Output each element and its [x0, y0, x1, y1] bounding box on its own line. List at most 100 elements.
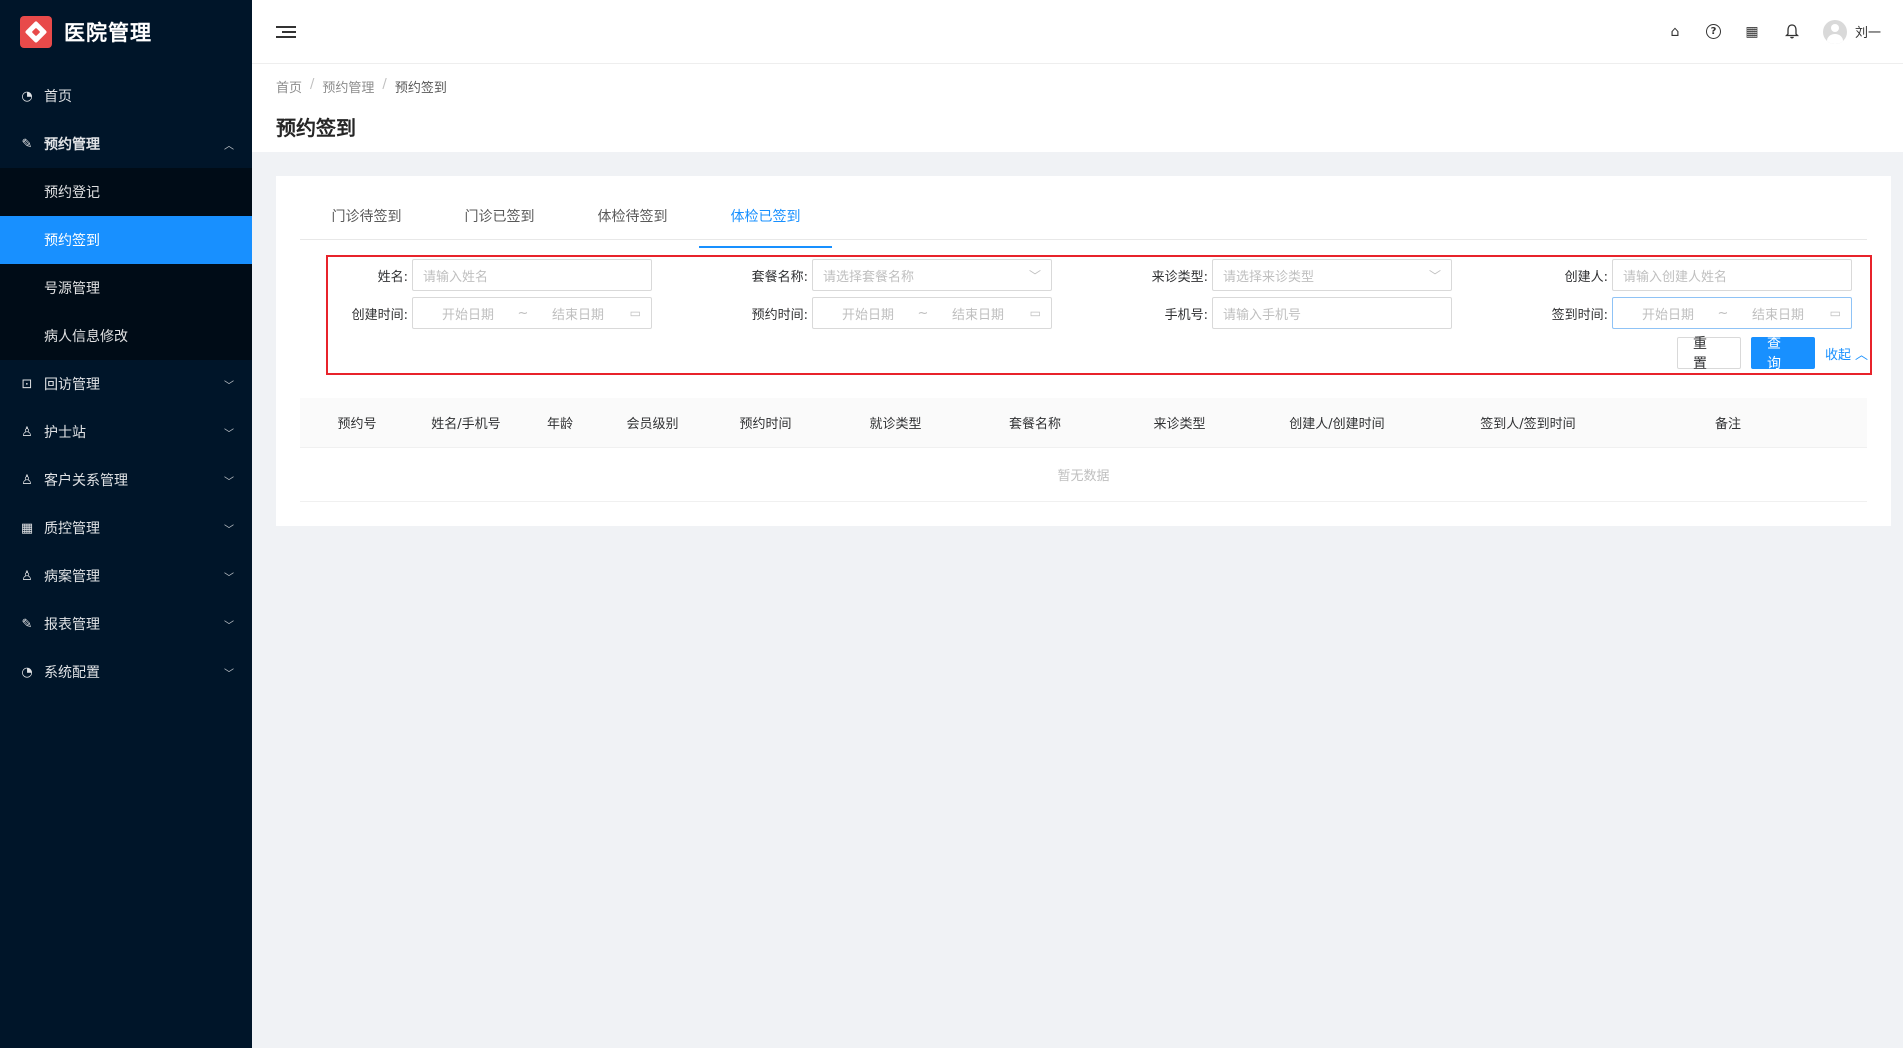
column-header: 套餐名称 [1008, 417, 1061, 432]
filter-row: 姓名: 请输入姓名 套餐名称: 请选择套餐名称 ﹀ 来诊类型: 请选择来诊类型 ﹀ … [328, 259, 1870, 291]
chevron-down-icon: ﹀ [224, 668, 234, 680]
table-icon: ▦ [20, 520, 34, 536]
breadcrumb-separator: / [382, 77, 387, 92]
help-icon[interactable]: ? [1705, 24, 1721, 39]
sidebar-item-system-config[interactable]: ◔ 系统配置 ﹀ [0, 648, 252, 696]
column-header: 预约时间 [739, 417, 792, 432]
filter-label: 姓名: [377, 269, 408, 285]
input-placeholder: 请输入手机号 [1223, 307, 1302, 323]
column-header: 就诊类型 [869, 417, 922, 432]
column-header: 姓名/手机号 [431, 417, 501, 432]
column-header: 来诊类型 [1153, 417, 1206, 432]
user-icon: ♙ [21, 472, 33, 488]
input-placeholder: 请输入姓名 [423, 269, 489, 285]
package-select[interactable]: 请选择套餐名称 ﹀ [812, 259, 1052, 291]
collapse-label: 收起 [1824, 347, 1851, 363]
create-time-range-picker[interactable]: 开始日期 ~ 结束日期 ▭ [412, 297, 652, 329]
range-separator: ~ [1717, 305, 1729, 321]
top-header: ⌂ ? ▦ 刘一 [252, 0, 1903, 64]
filter-actions: 重 置 查 询 收起 ︿ [1676, 336, 1868, 372]
dashboard-icon: ◔ [21, 664, 33, 680]
sidebar-item-appointment-checkin[interactable]: 预约签到 [0, 216, 252, 264]
hospital-logo-icon [20, 16, 52, 48]
filter-label: 创建人: [1564, 269, 1608, 285]
filter-phone: 手机号: 请输入手机号 [1128, 297, 1452, 329]
sidebar-item-label: 首页 [44, 89, 72, 105]
edit-icon: ✎ [21, 616, 33, 632]
range-end: 结束日期 [951, 307, 1004, 323]
sidebar-item-crm[interactable]: ♙ 客户关系管理 ﹀ [0, 456, 252, 504]
sidebar-item-reports[interactable]: ✎ 报表管理 ﹀ [0, 600, 252, 648]
home-icon[interactable]: ⌂ [1666, 23, 1684, 41]
select-placeholder: 请选择套餐名称 [823, 269, 915, 285]
select-placeholder: 请选择来诊类型 [1223, 269, 1315, 285]
chevron-down-icon: ﹀ [224, 380, 234, 392]
phone-input[interactable]: 请输入手机号 [1212, 297, 1452, 329]
tab-physical-checked[interactable]: 体检已签到 [699, 204, 832, 248]
range-end: 结束日期 [1751, 307, 1804, 323]
apps-grid-icon[interactable]: ▦ [1743, 23, 1761, 41]
user-icon: ♙ [21, 424, 33, 440]
breadcrumb-separator: / [310, 77, 315, 92]
sidebar-item-appointment[interactable]: ✎ 预约管理 ︿ [0, 120, 252, 168]
breadcrumb-item-appointment[interactable]: 预约管理 [322, 77, 374, 96]
range-end: 结束日期 [551, 307, 604, 323]
breadcrumb-item-home[interactable]: 首页 [276, 77, 302, 96]
filter-label: 手机号: [1164, 307, 1208, 323]
chevron-up-icon: ︿ [1854, 347, 1868, 363]
appointment-submenu: 预约登记 预约签到 号源管理 病人信息修改 [0, 168, 252, 360]
header-actions: ⌂ ? ▦ 刘一 [1666, 19, 1903, 44]
filter-row: 创建时间: 开始日期 ~ 结束日期 ▭ 预约时间: 开始日期 ~ 结束日期 ▭ [328, 297, 1870, 329]
checkin-time-range-picker[interactable]: 开始日期 ~ 结束日期 ▭ [1612, 297, 1852, 329]
range-start: 开始日期 [441, 307, 494, 323]
name-input[interactable]: 请输入姓名 [412, 259, 652, 291]
appoint-time-range-picker[interactable]: 开始日期 ~ 结束日期 ▭ [812, 297, 1052, 329]
column-header: 会员级别 [626, 417, 679, 432]
username: 刘一 [1854, 26, 1881, 41]
calendar-icon: ▭ [1829, 306, 1841, 320]
sidebar-item-patient-edit[interactable]: 病人信息修改 [0, 312, 252, 360]
filter-checkin-time: 签到时间: 开始日期 ~ 结束日期 ▭ [1528, 297, 1852, 329]
sidebar-item-label: 护士站 [44, 425, 86, 441]
sidebar-item-label: 回访管理 [44, 377, 100, 393]
sidebar-item-label: 病人信息修改 [44, 329, 128, 345]
search-button[interactable]: 查 询 [1750, 336, 1815, 372]
table-header: 预约号 姓名/手机号 年龄 会员级别 预约时间 就诊类型 套餐名称 来诊类型 创… [300, 398, 1867, 448]
sidebar-item-appointment-register[interactable]: 预约登记 [0, 168, 252, 216]
sidebar-item-followup[interactable]: ⊡ 回访管理 ﹀ [0, 360, 252, 408]
tab-outpatient-pending[interactable]: 门诊待签到 [300, 204, 433, 239]
chevron-down-icon: ﹀ [224, 524, 234, 536]
filter-creator: 创建人: 请输入创建人姓名 [1528, 259, 1852, 291]
column-header: 年龄 [546, 417, 573, 432]
chevron-down-icon: ﹀ [224, 572, 234, 584]
sidebar-item-label: 预约签到 [44, 233, 100, 249]
sidebar-item-home[interactable]: ◔ 首页 [0, 72, 252, 120]
chevron-down-icon: ﹀ [1028, 268, 1041, 283]
content-card: 门诊待签到 门诊已签到 体检待签到 体检已签到 姓名: 请输入姓名 套餐名称: … [276, 176, 1891, 526]
collapse-link[interactable]: 收起 ︿ [1825, 344, 1868, 363]
avatar [1822, 19, 1847, 44]
user-menu[interactable]: 刘一 [1822, 19, 1881, 44]
tab-physical-pending[interactable]: 体检待签到 [566, 204, 699, 239]
chevron-down-icon: ﹀ [224, 620, 234, 632]
creator-input[interactable]: 请输入创建人姓名 [1612, 259, 1852, 291]
sidebar-item-medical-records[interactable]: ♙ 病案管理 ﹀ [0, 552, 252, 600]
sidebar-menu: ◔ 首页 ✎ 预约管理 ︿ 预约登记 预约签到 号源管理 病人信息修改 ⊡ 回访… [0, 72, 252, 696]
visit-type-select[interactable]: 请选择来诊类型 ﹀ [1212, 259, 1452, 291]
checkin-table: 预约号 姓名/手机号 年龄 会员级别 预约时间 就诊类型 套餐名称 来诊类型 创… [300, 398, 1867, 502]
sidebar-item-quality-control[interactable]: ▦ 质控管理 ﹀ [0, 504, 252, 552]
sidebar-item-number-source[interactable]: 号源管理 [0, 264, 252, 312]
filter-appoint-time: 预约时间: 开始日期 ~ 结束日期 ▭ [728, 297, 1052, 329]
menu-fold-icon[interactable] [276, 22, 296, 42]
sidebar: 医院管理 ◔ 首页 ✎ 预约管理 ︿ 预约登记 预约签到 号源管理 病人信息修改 [0, 0, 252, 1048]
tab-outpatient-checked[interactable]: 门诊已签到 [433, 204, 566, 239]
chevron-down-icon: ﹀ [224, 476, 234, 488]
sidebar-item-nurse-station[interactable]: ♙ 护士站 ﹀ [0, 408, 252, 456]
app-logo[interactable]: 医院管理 [0, 0, 252, 64]
chevron-down-icon: ﹀ [224, 428, 234, 440]
reset-button[interactable]: 重 置 [1676, 336, 1741, 372]
bell-icon[interactable] [1783, 23, 1801, 41]
dashboard-icon: ◔ [21, 88, 33, 104]
range-start: 开始日期 [1641, 307, 1694, 323]
filter-visit-type: 来诊类型: 请选择来诊类型 ﹀ [1128, 259, 1452, 291]
